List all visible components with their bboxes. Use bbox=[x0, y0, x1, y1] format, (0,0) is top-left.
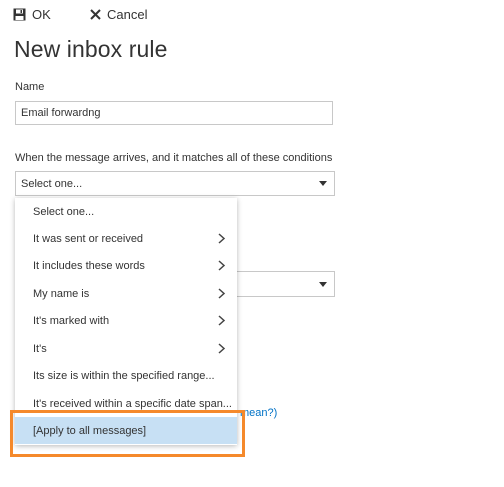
conditions-select-value: Select one... bbox=[21, 177, 83, 190]
cancel-button-label: Cancel bbox=[107, 6, 148, 22]
chevron-right-icon bbox=[218, 343, 226, 354]
menu-item-label: It's bbox=[33, 342, 47, 355]
action-select[interactable] bbox=[236, 271, 335, 297]
page-title: New inbox rule bbox=[14, 36, 168, 62]
menu-item-label: Its size is within the specified range..… bbox=[33, 369, 215, 382]
chevron-right-icon bbox=[218, 315, 226, 326]
caret-down-icon bbox=[319, 282, 327, 287]
conditions-dropdown-menu: Select one... It was sent or received It… bbox=[15, 198, 237, 445]
save-disk-icon bbox=[13, 8, 26, 20]
conditions-select[interactable]: Select one... bbox=[15, 171, 335, 196]
name-label: Name bbox=[15, 81, 45, 93]
ok-button-label: OK bbox=[32, 6, 51, 22]
menu-item-label: It's received within a specific date spa… bbox=[33, 397, 232, 410]
name-input-value: Email forwardng bbox=[21, 107, 101, 119]
menu-item-label: It includes these words bbox=[33, 259, 145, 272]
menu-item-my-name-is[interactable]: My name is bbox=[15, 280, 237, 307]
menu-item-size-range[interactable]: Its size is within the specified range..… bbox=[15, 362, 237, 389]
ok-button[interactable]: OK bbox=[13, 4, 51, 24]
menu-item-sent-or-received[interactable]: It was sent or received bbox=[15, 225, 237, 252]
menu-item-its[interactable]: It's bbox=[15, 335, 237, 362]
chevron-right-icon bbox=[218, 288, 226, 299]
chevron-right-icon bbox=[218, 260, 226, 271]
conditions-label: When the message arrives, and it matches… bbox=[15, 152, 333, 164]
menu-item-marked-with[interactable]: It's marked with bbox=[15, 307, 237, 334]
menu-item-label: Select one... bbox=[33, 205, 95, 218]
menu-item-select-one[interactable]: Select one... bbox=[15, 198, 237, 225]
menu-item-includes-words[interactable]: It includes these words bbox=[15, 252, 237, 279]
menu-item-label: My name is bbox=[33, 287, 90, 300]
menu-item-label: It was sent or received bbox=[33, 232, 144, 245]
cancel-button[interactable]: Cancel bbox=[90, 4, 147, 24]
chevron-right-icon bbox=[218, 233, 226, 244]
menu-item-date-span[interactable]: It's received within a specific date spa… bbox=[15, 390, 237, 417]
close-x-icon bbox=[90, 8, 101, 20]
name-input[interactable]: Email forwardng bbox=[15, 101, 333, 125]
caret-down-icon bbox=[319, 181, 327, 186]
help-link[interactable]: mean?) bbox=[240, 407, 277, 419]
menu-item-apply-to-all[interactable]: [Apply to all messages] bbox=[15, 417, 237, 444]
menu-item-label: [Apply to all messages] bbox=[33, 424, 147, 437]
menu-item-label: It's marked with bbox=[33, 314, 110, 327]
